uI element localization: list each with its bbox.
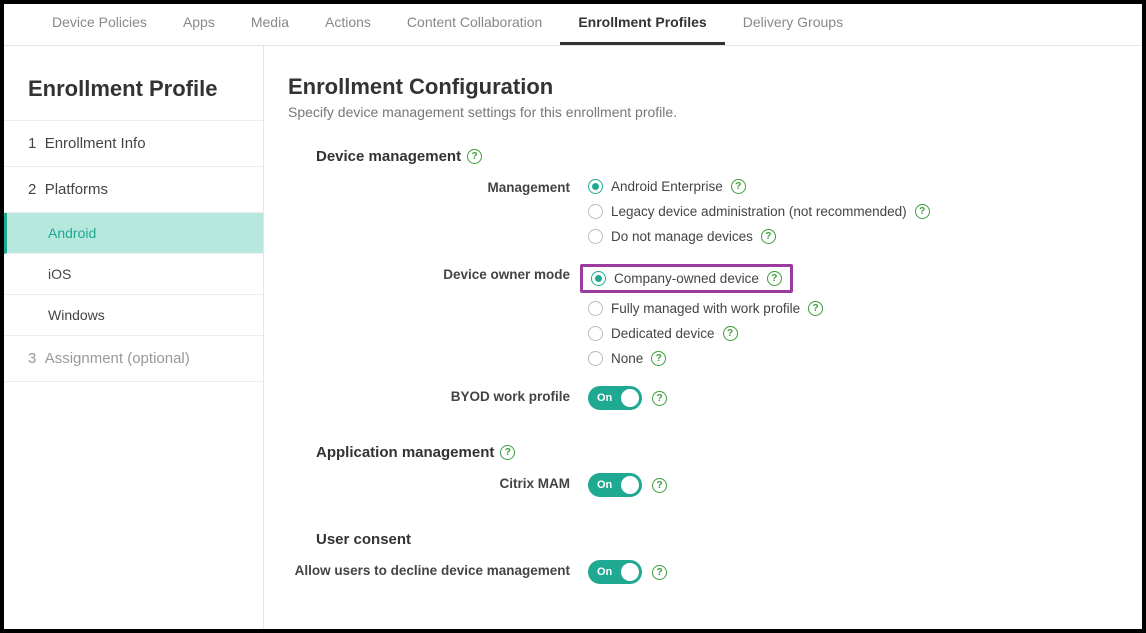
page-subtitle: Specify device management settings for t… [288, 104, 1112, 120]
radio-icon [588, 204, 603, 219]
help-icon[interactable]: ? [731, 179, 746, 194]
sidebar-title: Enrollment Profile [4, 66, 263, 121]
section-device-management: Device management ? [316, 148, 1112, 165]
help-icon[interactable]: ? [652, 391, 667, 406]
main-panel: Enrollment Configuration Specify device … [264, 46, 1142, 629]
step-platforms[interactable]: 2 Platforms [4, 167, 263, 213]
radio-do-not-manage[interactable]: Do not manage devices ? [588, 227, 1112, 246]
substep-android[interactable]: Android [4, 213, 263, 254]
radio-icon [588, 179, 603, 194]
help-icon[interactable]: ? [808, 301, 823, 316]
toggle-knob-icon [621, 476, 639, 494]
substep-ios[interactable]: iOS [4, 254, 263, 295]
nav-delivery-groups[interactable]: Delivery Groups [725, 4, 861, 45]
radio-legacy-admin[interactable]: Legacy device administration (not recomm… [588, 202, 1112, 221]
radio-company-owned[interactable]: Company-owned device ? [580, 264, 793, 293]
nav-apps[interactable]: Apps [165, 4, 233, 45]
section-user-consent: User consent [316, 531, 1112, 548]
toggle-citrix-mam[interactable]: On [588, 473, 642, 497]
radio-none[interactable]: None ? [588, 349, 1112, 368]
radio-android-enterprise[interactable]: Android Enterprise ? [588, 177, 1112, 196]
step-assignment[interactable]: 3 Assignment (optional) [4, 336, 263, 382]
radio-fully-managed[interactable]: Fully managed with work profile ? [588, 299, 1112, 318]
page-title: Enrollment Configuration [288, 74, 1112, 100]
radio-icon [588, 351, 603, 366]
help-icon[interactable]: ? [652, 565, 667, 580]
radio-icon [588, 301, 603, 316]
toggle-byod[interactable]: On [588, 386, 642, 410]
label-allow-decline: Allow users to decline device management [288, 560, 588, 584]
nav-device-policies[interactable]: Device Policies [34, 4, 165, 45]
toggle-knob-icon [621, 563, 639, 581]
help-icon[interactable]: ? [467, 149, 482, 164]
help-icon[interactable]: ? [761, 229, 776, 244]
radio-icon [588, 229, 603, 244]
section-application-management: Application management ? [316, 444, 1112, 461]
help-icon[interactable]: ? [767, 271, 782, 286]
label-device-owner-mode: Device owner mode [288, 264, 588, 368]
help-icon[interactable]: ? [651, 351, 666, 366]
help-icon[interactable]: ? [915, 204, 930, 219]
help-icon[interactable]: ? [652, 478, 667, 493]
step-enrollment-info[interactable]: 1 Enrollment Info [4, 121, 263, 167]
help-icon[interactable]: ? [500, 445, 515, 460]
nav-enrollment-profiles[interactable]: Enrollment Profiles [560, 4, 724, 45]
radio-icon [591, 271, 606, 286]
nav-media[interactable]: Media [233, 4, 307, 45]
radio-icon [588, 326, 603, 341]
toggle-knob-icon [621, 389, 639, 407]
label-byod: BYOD work profile [288, 386, 588, 410]
label-management: Management [288, 177, 588, 246]
label-citrix-mam: Citrix MAM [288, 473, 588, 497]
toggle-allow-decline[interactable]: On [588, 560, 642, 584]
top-nav: Device Policies Apps Media Actions Conte… [4, 4, 1142, 46]
substep-windows[interactable]: Windows [4, 295, 263, 336]
sidebar: Enrollment Profile 1 Enrollment Info 2 P… [4, 46, 264, 629]
nav-content-collaboration[interactable]: Content Collaboration [389, 4, 560, 45]
nav-actions[interactable]: Actions [307, 4, 389, 45]
help-icon[interactable]: ? [723, 326, 738, 341]
radio-dedicated[interactable]: Dedicated device ? [588, 324, 1112, 343]
